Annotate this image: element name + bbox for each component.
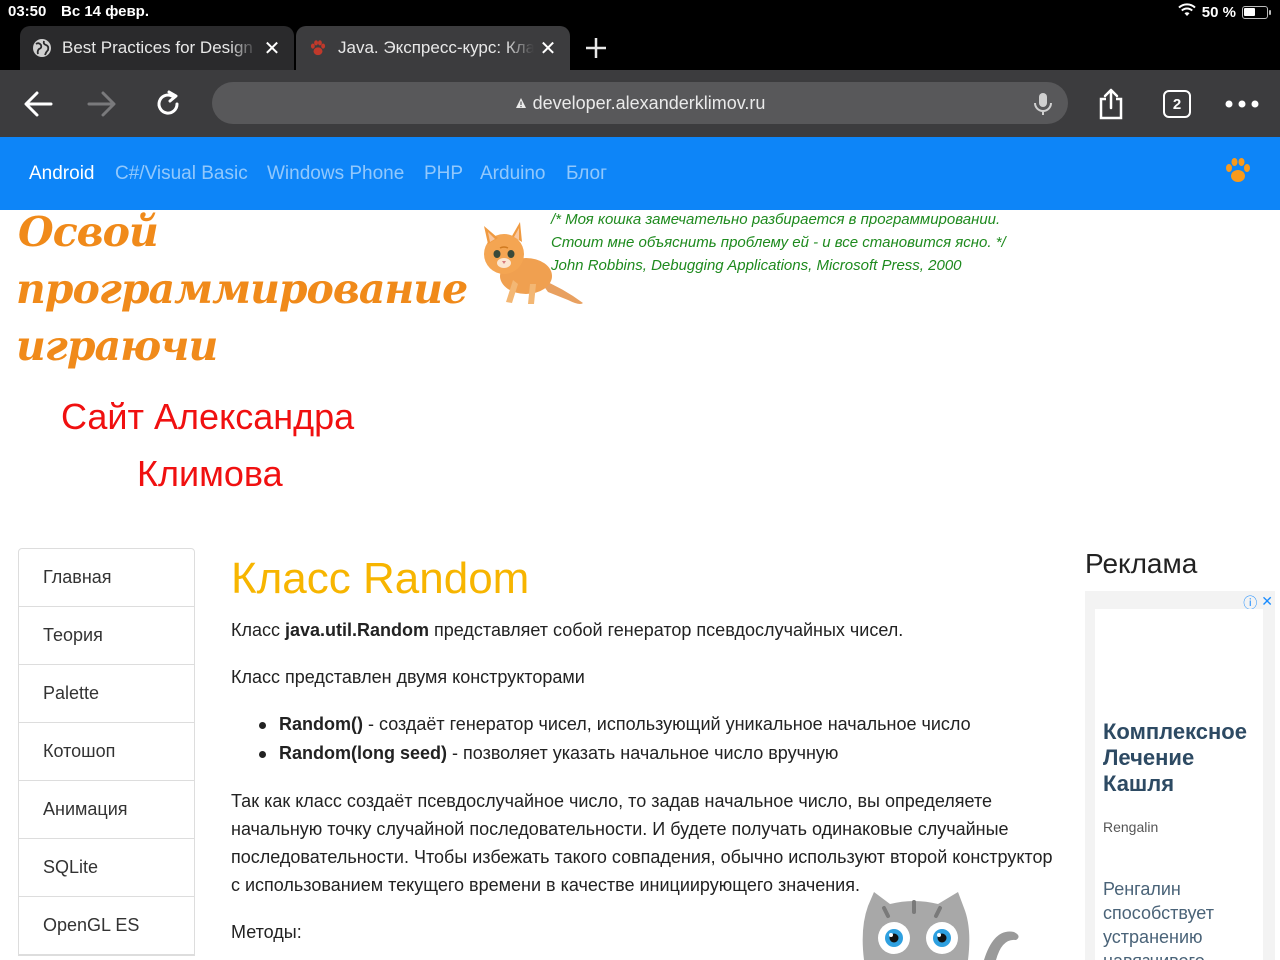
close-icon[interactable]: ✕ bbox=[1261, 593, 1273, 613]
ad-text: Ренгалин способствует устранению навязчи… bbox=[1103, 879, 1214, 960]
tabs-icon: 2 bbox=[1163, 90, 1191, 118]
quote-line: John Robbins, Debugging Applications, Mi… bbox=[551, 257, 962, 274]
ad-heading: Реклама bbox=[1085, 548, 1198, 579]
new-tab-button[interactable] bbox=[580, 32, 612, 64]
ad-block[interactable]: ⓘ ✕ Комплексное Лечение Кашля Rengalin Р… bbox=[1085, 591, 1275, 960]
ad-brand: Rengalin bbox=[1103, 819, 1159, 835]
status-bar: 03:50 Вс 14 февр. 50 % bbox=[0, 0, 1280, 24]
site-name-line-2: Климова bbox=[137, 453, 283, 494]
address-bar[interactable]: developer.alexanderklimov.ru bbox=[212, 82, 1068, 124]
share-button[interactable] bbox=[1091, 84, 1131, 124]
forward-icon bbox=[87, 91, 116, 117]
quote-line: Стоит мне объяснить проблему ей - и все … bbox=[551, 234, 1006, 251]
browser-tab-1[interactable]: Best Practices for Design ✕ bbox=[20, 26, 294, 70]
paw-icon bbox=[308, 38, 328, 58]
status-date: Вс 14 февр. bbox=[61, 3, 150, 20]
nav-item-windows-phone[interactable]: Windows Phone bbox=[267, 163, 404, 185]
browser-toolbar: developer.alexanderklimov.ru 2 bbox=[0, 70, 1280, 137]
quote: /* Моя кошка замечательно разбирается в … bbox=[551, 208, 1006, 277]
close-icon[interactable]: ✕ bbox=[534, 34, 562, 62]
reload-icon bbox=[157, 90, 179, 115]
logo-line-3[interactable]: играючи bbox=[16, 322, 218, 370]
more-button[interactable] bbox=[1222, 84, 1262, 124]
more-icon bbox=[1225, 100, 1259, 108]
sidebar-item-palette[interactable]: Palette bbox=[19, 665, 194, 723]
ad-card[interactable]: Комплексное Лечение Кашля Rengalin Ренга… bbox=[1095, 609, 1263, 960]
forward-button[interactable] bbox=[82, 84, 122, 124]
class-name: java.util.Random bbox=[285, 620, 430, 640]
quote-line: /* Моя кошка замечательно разбирается в … bbox=[551, 211, 1001, 228]
paw-icon[interactable] bbox=[1224, 157, 1252, 185]
battery-percent: 50 % bbox=[1201, 3, 1236, 21]
tabs-button[interactable]: 2 bbox=[1157, 84, 1197, 124]
list-item: Random() - создаёт генератор чисел, испо… bbox=[257, 710, 1061, 739]
sidebar-item-animation[interactable]: Анимация bbox=[19, 781, 194, 839]
article-title: Класс Random bbox=[231, 554, 530, 603]
nav-item-arduino[interactable]: Arduino bbox=[480, 163, 546, 185]
article: Класс Random Класс java.util.Random пред… bbox=[231, 548, 1061, 946]
tab-title: Best Practices for Design bbox=[62, 38, 253, 57]
battery-icon bbox=[1242, 5, 1271, 19]
back-button[interactable] bbox=[18, 84, 58, 124]
sidebar-item-kotoshop[interactable]: Котошоп bbox=[19, 723, 194, 781]
plus-icon bbox=[586, 38, 606, 58]
article-paragraph: Так как класс создаёт псевдослучайное чи… bbox=[231, 791, 1053, 895]
ad-title[interactable]: Комплексное Лечение Кашля bbox=[1103, 719, 1263, 797]
mic-icon[interactable] bbox=[1032, 92, 1054, 116]
sidebar-menu: Главная Теория Palette Котошоп Анимация … bbox=[18, 548, 195, 956]
back-icon bbox=[24, 91, 53, 117]
sidebar-item-home[interactable]: Главная bbox=[19, 549, 194, 607]
logo-line-1[interactable]: Освой bbox=[18, 208, 159, 256]
status-time: 03:50 bbox=[8, 3, 47, 20]
nav-item-csharp[interactable]: C#/Visual Basic bbox=[115, 163, 248, 185]
article-paragraph: Класс представлен двумя конструкторами bbox=[231, 667, 585, 687]
nav-item-php[interactable]: PHP bbox=[424, 163, 463, 185]
tab-title: Java. Экспресс-курс: Класс bbox=[338, 38, 534, 57]
url-text: developer.alexanderklimov.ru bbox=[532, 92, 766, 113]
list-item: Random(long seed) - позволяет указать на… bbox=[257, 739, 1061, 768]
site-name-line-1: Сайт Александра bbox=[61, 396, 355, 437]
nav-item-android[interactable]: Android bbox=[29, 163, 95, 185]
constructor-list: Random() - создаёт генератор чисел, испо… bbox=[231, 710, 1061, 768]
wifi-icon bbox=[1178, 3, 1196, 21]
status-indicators: 50 % bbox=[1178, 3, 1271, 21]
sidebar-item-sqlite[interactable]: SQLite bbox=[19, 839, 194, 897]
logo-line-2[interactable]: программирование bbox=[16, 265, 468, 313]
browser-tab-2[interactable]: Java. Экспресс-курс: Класс ✕ bbox=[296, 26, 570, 70]
close-icon[interactable]: ✕ bbox=[258, 34, 286, 62]
reload-button[interactable] bbox=[148, 84, 188, 124]
article-intro: Класс java.util.Random представляет собо… bbox=[231, 620, 904, 640]
globe-icon bbox=[32, 38, 52, 58]
cartoon-cat-image bbox=[854, 888, 1024, 960]
sidebar-item-theory[interactable]: Теория bbox=[19, 607, 194, 665]
tab-strip: Best Practices for Design ✕ Java. Экспре… bbox=[0, 24, 1280, 70]
sidebar-item-opengl[interactable]: OpenGL ES bbox=[19, 897, 194, 955]
nav-item-blog[interactable]: Блог bbox=[566, 163, 607, 185]
share-icon bbox=[1099, 88, 1123, 120]
lock-icon bbox=[515, 97, 527, 109]
site-nav: Android C#/Visual Basic Windows Phone PH… bbox=[0, 137, 1280, 210]
